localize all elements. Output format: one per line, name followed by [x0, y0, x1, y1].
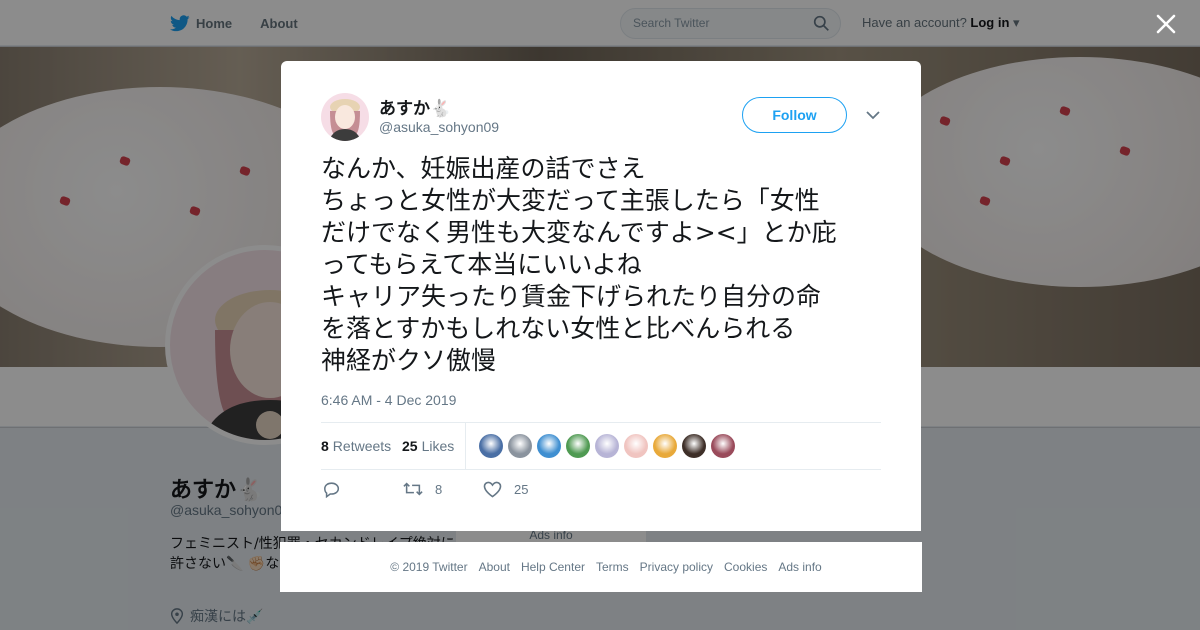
tweet-modal: あすか🐇 @asuka_sohyon09 Follow なんか、妊娠出産の話でさ…	[281, 61, 921, 531]
retweets-stat[interactable]: 8 Retweets	[321, 438, 391, 454]
retweets-count: 8	[321, 438, 329, 454]
tweet-timestamp[interactable]: 6:46 AM - 4 Dec 2019	[321, 392, 456, 408]
like-action-count: 25	[514, 482, 529, 497]
likes-label: Likes	[421, 438, 455, 454]
tweet-author-name[interactable]: あすか🐇	[379, 94, 451, 119]
tweet-author-avatar[interactable]	[321, 93, 369, 141]
chevron-down-icon[interactable]	[865, 108, 881, 122]
liker-avatar[interactable]	[595, 434, 619, 458]
tweet-text-line: キャリア失ったり賃金下げられたり自分の命	[321, 282, 822, 311]
liker-avatar[interactable]	[624, 434, 648, 458]
tweet-text-line: ってもらえて本当にいいよね	[321, 250, 642, 279]
liker-avatar[interactable]	[479, 434, 503, 458]
tweet-text: なんか、妊娠出産の話でさえ ちょっと女性が大変だって主張したら「女性 だけでなく…	[321, 153, 887, 377]
footer-link-terms[interactable]: Terms	[596, 560, 629, 574]
liker-avatar[interactable]	[711, 434, 735, 458]
tweet-stats: 8 Retweets 25 Likes	[321, 422, 881, 470]
footer-copyright: © 2019 Twitter	[390, 560, 468, 574]
like-action[interactable]: 25	[483, 481, 528, 498]
likes-count: 25	[402, 438, 418, 454]
tweet-text-line: ちょっと女性が大変だって主張したら「女性	[321, 186, 820, 215]
tweet-actions: 8 25	[321, 481, 621, 501]
retweet-icon	[403, 482, 423, 496]
reply-action[interactable]	[323, 481, 341, 498]
tweet-text-line: なんか、妊娠出産の話でさえ	[321, 154, 646, 183]
retweets-label: Retweets	[332, 438, 392, 454]
footer-link-help-center[interactable]: Help Center	[521, 560, 585, 574]
tweet-text-line: 神経がクソ傲慢	[321, 346, 497, 375]
liker-avatar[interactable]	[537, 434, 561, 458]
retweet-action-count: 8	[435, 481, 443, 497]
likes-stat[interactable]: 25 Likes	[402, 438, 454, 454]
tweet-author-handle[interactable]: @asuka_sohyon09	[379, 119, 499, 135]
footer-link-about[interactable]: About	[479, 560, 510, 574]
liker-avatar[interactable]	[653, 434, 677, 458]
avatar-illustration	[329, 99, 361, 141]
footer-link-ads-info[interactable]: Ads info	[778, 560, 821, 574]
reply-icon	[324, 482, 340, 498]
footer-link-privacy[interactable]: Privacy policy	[640, 560, 713, 574]
tweet-text-line: を落とすかもしれない女性と比べんられる	[321, 314, 796, 343]
liker-avatar[interactable]	[682, 434, 706, 458]
follow-button[interactable]: Follow	[742, 97, 847, 133]
liker-avatar[interactable]	[508, 434, 532, 458]
retweet-action[interactable]: 8	[403, 481, 442, 497]
footer-link-cookies[interactable]: Cookies	[724, 560, 767, 574]
stats-divider	[465, 423, 466, 469]
close-icon[interactable]	[1154, 12, 1178, 36]
liker-avatar[interactable]	[566, 434, 590, 458]
heart-icon	[483, 481, 502, 498]
tweet-text-line: だけでなく男性も大変なんですよ><」とか庇	[321, 218, 837, 247]
footer: © 2019 Twitter About Help Center Terms P…	[280, 542, 922, 592]
liker-avatars	[479, 434, 735, 458]
